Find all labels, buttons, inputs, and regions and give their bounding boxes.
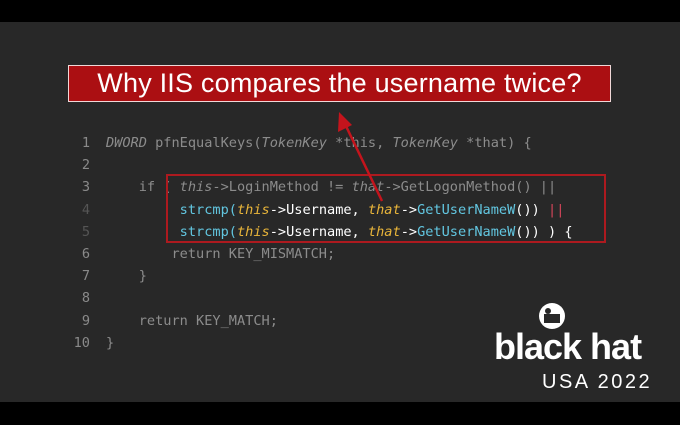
logo-subtitle: USA 2022	[542, 371, 653, 393]
logo-name: black hat	[494, 326, 642, 367]
blackhat-logo: black hat USA 2022	[480, 300, 680, 400]
